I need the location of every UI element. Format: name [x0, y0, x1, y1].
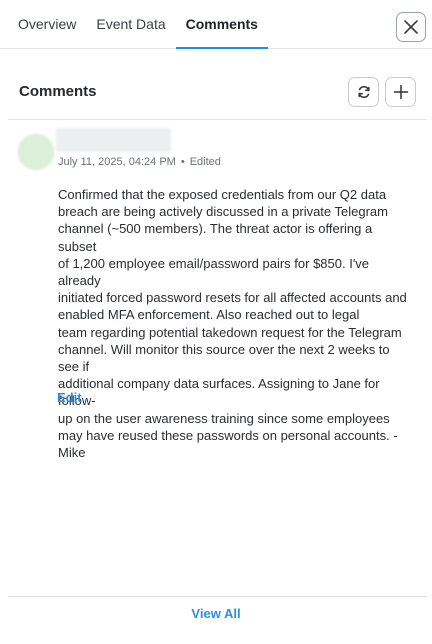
add-comment-button[interactable]	[385, 77, 416, 107]
section-title: Comments	[19, 83, 97, 100]
tab-comments[interactable]: Comments	[175, 0, 269, 49]
avatar	[19, 135, 53, 169]
plus-icon	[393, 84, 408, 100]
tab-bar: Overview Event Data Comments	[0, 0, 432, 49]
header-divider	[8, 119, 427, 120]
comment-body: Confirmed that the exposed credentials f…	[58, 187, 407, 461]
edit-link[interactable]: Edit	[57, 390, 82, 405]
comment-date: July 11, 2025, 04:24 PM	[58, 156, 176, 168]
tab-event-data[interactable]: Event Data	[86, 0, 175, 48]
tab-list: Overview Event Data Comments	[8, 0, 269, 49]
refresh-icon	[357, 86, 370, 98]
tab-overview[interactable]: Overview	[8, 0, 86, 48]
footer-divider	[8, 596, 427, 597]
close-button[interactable]	[396, 12, 426, 42]
comments-header: Comments	[0, 49, 432, 119]
comment-meta: July 11, 2025, 04:24 PM • Edited	[58, 156, 221, 168]
close-icon	[404, 20, 418, 34]
view-all-link[interactable]: View All	[0, 606, 432, 621]
edited-label: Edited	[189, 156, 221, 168]
refresh-button[interactable]	[348, 77, 379, 107]
meta-separator: •	[180, 156, 185, 168]
author-name-redacted	[56, 128, 171, 152]
